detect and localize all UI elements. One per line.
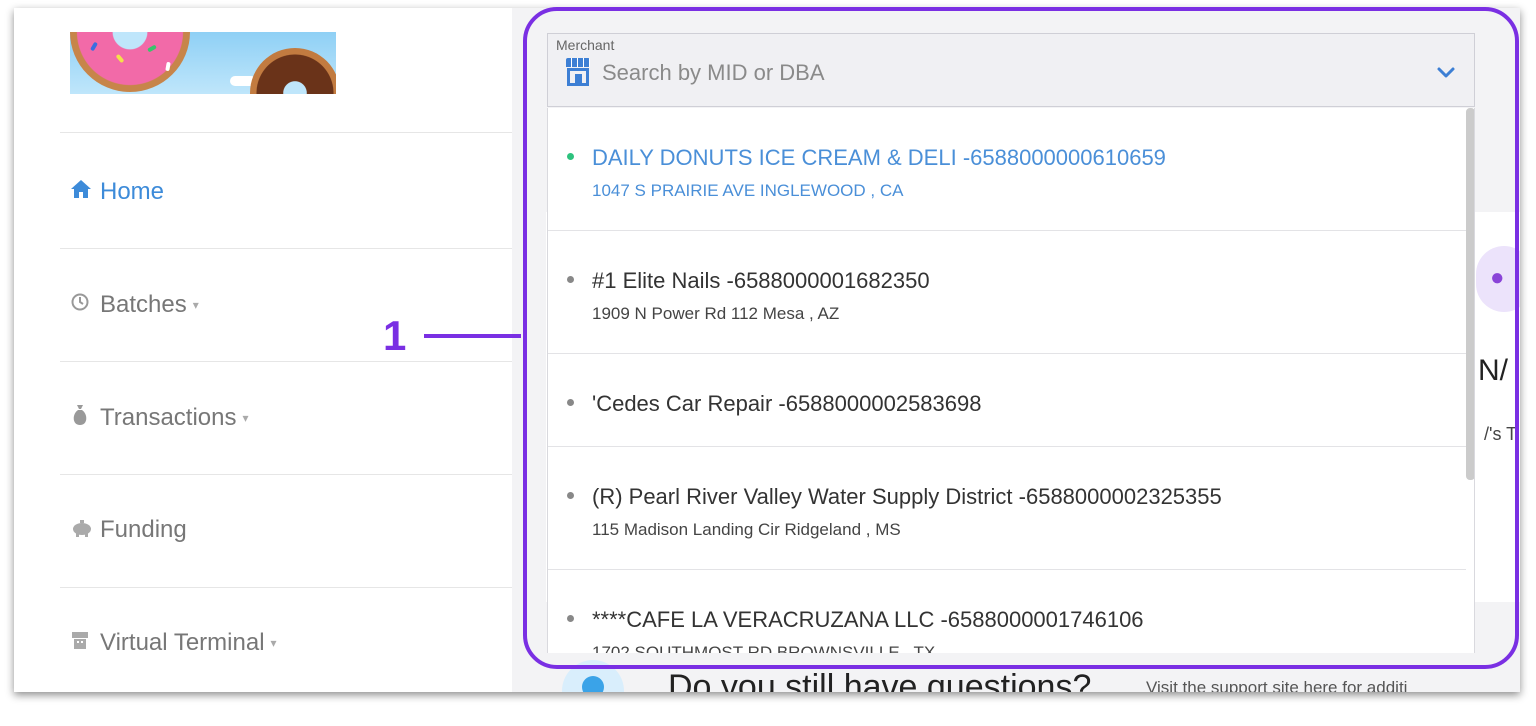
- help-support-text[interactable]: Visit the support site here for additi: [1146, 678, 1407, 692]
- merchant-option-address: 115 Madison Landing Cir Ridgeland , MS: [592, 520, 901, 539]
- chevron-down-icon[interactable]: [1436, 62, 1456, 82]
- merchant-option-address: 1909 N Power Rd 112 Mesa , AZ: [592, 304, 840, 323]
- merchant-option-name: DAILY DONUTS ICE CREAM & DELI -658800000…: [592, 145, 1166, 170]
- terminal-icon: [70, 630, 100, 656]
- help-icon: [562, 660, 624, 692]
- status-dot: [567, 399, 574, 406]
- merchant-option[interactable]: ****CAFE LA VERACRUZANA LLC -65880000017…: [548, 570, 1466, 653]
- sidebar: Home Batches ▾ Transactions ▾ Funding Vi…: [14, 8, 512, 692]
- nav-home-label: Home: [100, 178, 165, 205]
- merchant-select[interactable]: Merchant: [547, 33, 1475, 107]
- nav-batches-label: Batches: [100, 291, 187, 318]
- dropdown-scrollbar[interactable]: [1466, 108, 1474, 480]
- nav-batches[interactable]: Batches ▾: [70, 285, 199, 325]
- merchant-option-name: (R) Pearl River Valley Water Supply Dist…: [592, 484, 1222, 509]
- chevron-down-icon: ▾: [270, 636, 277, 650]
- merchant-option-name: 'Cedes Car Repair -6588000002583698: [592, 391, 982, 416]
- status-dot: [567, 276, 574, 283]
- store-icon: [566, 58, 590, 88]
- home-icon: [70, 179, 100, 205]
- status-dot: [567, 153, 574, 160]
- merchant-option[interactable]: (R) Pearl River Valley Water Supply Dist…: [548, 447, 1466, 570]
- nav-funding[interactable]: Funding: [70, 510, 187, 550]
- chevron-down-icon: ▾: [242, 411, 249, 425]
- help-heading: Do you still have questions?: [668, 668, 1092, 692]
- stat-caption: /'s T: [1484, 424, 1518, 444]
- merchant-option-address: 1702 SOUTHMOST RD BROWNSVILLE , TX: [592, 643, 936, 653]
- annotation-pointer-line: [424, 334, 521, 338]
- stat-icon-bubble: ●: [1476, 246, 1520, 312]
- nav-home[interactable]: Home: [70, 172, 164, 212]
- divider: [60, 361, 512, 362]
- annotation-number: 1: [383, 312, 407, 359]
- merchant-option[interactable]: DAILY DONUTS ICE CREAM & DELI -658800000…: [548, 108, 1466, 231]
- nav-virtual-terminal[interactable]: Virtual Terminal ▾: [70, 623, 277, 663]
- pink-donut-graphic: [70, 32, 190, 92]
- money-bag-icon: ●: [1490, 264, 1505, 291]
- divider: [60, 248, 512, 249]
- nav-transactions[interactable]: Transactions ▾: [70, 398, 249, 438]
- nav-virtual-terminal-label: Virtual Terminal: [100, 629, 265, 656]
- divider: [60, 587, 512, 588]
- nav-funding-label: Funding: [100, 516, 187, 543]
- merchant-option-name: #1 Elite Nails -6588000001682350: [592, 268, 930, 293]
- divider: [60, 474, 512, 475]
- chocolate-donut-graphic: [250, 48, 336, 94]
- status-dot: [567, 615, 574, 622]
- money-bag-icon: [70, 403, 100, 433]
- piggy-bank-icon: [70, 517, 100, 543]
- brand-logo[interactable]: [70, 32, 336, 94]
- status-dot: [567, 492, 574, 499]
- merchant-dropdown-list[interactable]: DAILY DONUTS ICE CREAM & DELI -658800000…: [547, 108, 1475, 653]
- nav-transactions-label: Transactions: [100, 404, 237, 431]
- merchant-select-label: Merchant: [556, 37, 615, 53]
- merchant-option-address: 1047 S PRAIRIE AVE INGLEWOOD , CA: [592, 181, 904, 200]
- merchant-option[interactable]: #1 Elite Nails -6588000001682350 1909 N …: [548, 231, 1466, 354]
- merchant-search-input[interactable]: [602, 58, 1422, 88]
- stat-value: N/: [1478, 354, 1508, 387]
- clock-icon: [70, 292, 100, 318]
- merchant-option[interactable]: 'Cedes Car Repair -6588000002583698: [548, 354, 1466, 447]
- chevron-down-icon: ▾: [192, 298, 199, 312]
- merchant-option-name: ****CAFE LA VERACRUZANA LLC -65880000017…: [592, 607, 1144, 632]
- divider: [60, 132, 512, 133]
